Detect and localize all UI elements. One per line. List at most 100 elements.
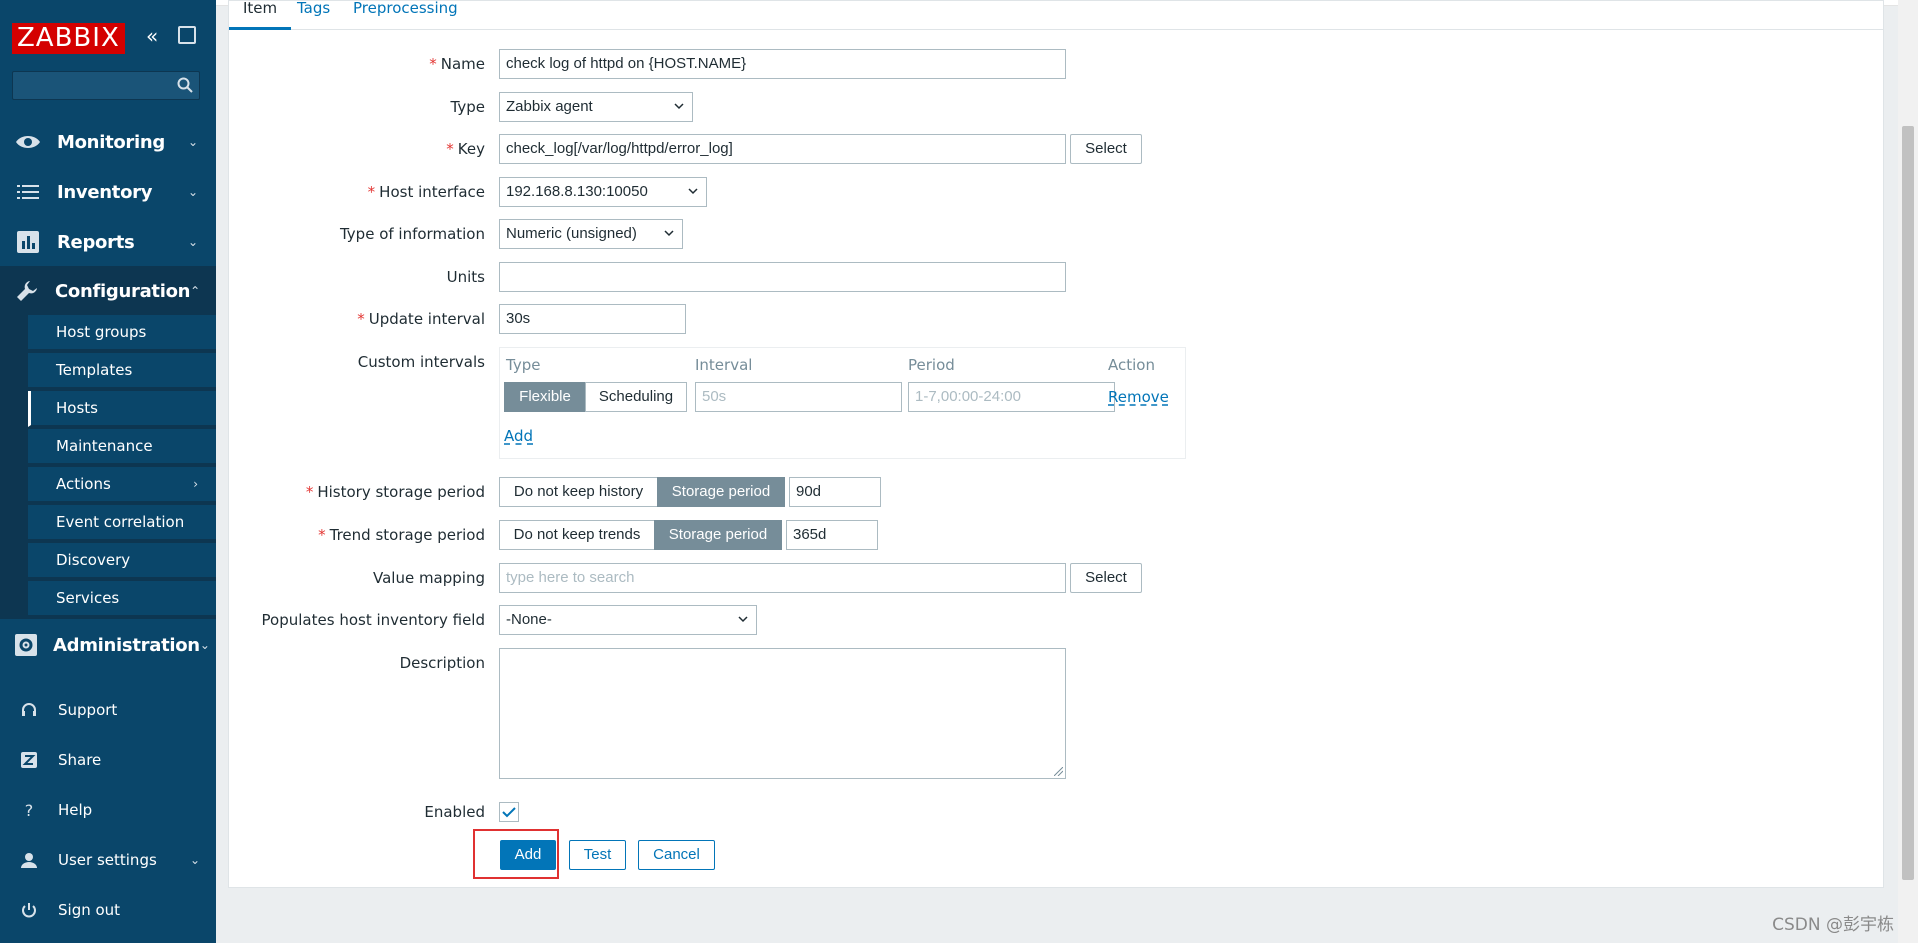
lower-label: Share: [58, 751, 102, 769]
page-scrollbar[interactable]: [1898, 0, 1918, 943]
trend-storage-period-toggle[interactable]: Storage period: [654, 520, 782, 550]
configuration-submenu: Host groups Templates Hosts Maintenance …: [0, 315, 216, 619]
host-interface-label: * Host interface: [185, 183, 485, 201]
history-period-field[interactable]: 90d: [789, 477, 881, 507]
custom-intervals-table: Type Interval Period Action Flexible Sch…: [499, 347, 1186, 459]
sidebar-item-support[interactable]: Support: [0, 685, 216, 735]
chevron-up-icon: ⌃: [190, 284, 201, 298]
enabled-checkbox[interactable]: [499, 802, 519, 822]
logo-row: ZABBIX «: [12, 20, 208, 56]
value-mapping-label: Value mapping: [372, 569, 485, 587]
ci-period-field[interactable]: 1-7,00:00-24:00: [908, 382, 1115, 412]
update-interval-label: * Update interval: [185, 310, 485, 328]
required-marker: *: [429, 55, 437, 73]
ci-add-link[interactable]: Add: [504, 427, 533, 445]
sidebar-item-help[interactable]: ? Help: [0, 785, 216, 835]
trend-storage-label: * Trend storage period: [185, 526, 485, 544]
help-icon: ?: [24, 800, 34, 820]
key-label: * Key: [185, 140, 485, 158]
nav-label: Monitoring: [57, 131, 165, 153]
sub-label: Services: [56, 589, 120, 607]
nav-inventory[interactable]: Inventory ⌄: [0, 167, 216, 217]
sidebar-item-sign-out[interactable]: Sign out: [0, 885, 216, 935]
history-storage-label: * History storage period: [185, 483, 485, 501]
name-field[interactable]: check log of httpd on {HOST.NAME}: [499, 49, 1066, 79]
test-button[interactable]: Test: [569, 840, 626, 870]
cancel-button[interactable]: Cancel: [638, 840, 715, 870]
lower-label: Sign out: [58, 901, 121, 919]
required-marker: *: [357, 310, 365, 328]
value-mapping-field[interactable]: type here to search: [499, 563, 1066, 593]
type-of-information-label: Type of information: [339, 225, 485, 243]
select-value: -None-: [506, 611, 552, 628]
type-select[interactable]: Zabbix agent: [499, 92, 693, 122]
label-text: History storage period: [317, 483, 485, 501]
history-storage-period-toggle[interactable]: Storage period: [657, 477, 785, 507]
item-form-panel: Item Tags Preprocessing * Name check log …: [228, 0, 1884, 888]
nav-label: Configuration: [55, 280, 191, 302]
update-interval-field[interactable]: 30s: [499, 304, 686, 334]
value-mapping-select-button[interactable]: Select: [1070, 563, 1142, 593]
tab-bar: Item Tags Preprocessing: [229, 0, 1883, 30]
collapse-sidebar-icon[interactable]: «: [146, 24, 158, 48]
sub-label: Discovery: [56, 551, 131, 569]
trend-no-keep-toggle[interactable]: Do not keep trends: [499, 520, 655, 550]
add-button[interactable]: Add: [500, 840, 556, 870]
sub-label: Maintenance: [56, 437, 153, 455]
sidebar-item-share[interactable]: Share: [0, 735, 216, 785]
units-field[interactable]: [499, 262, 1066, 292]
inventory-field-select[interactable]: -None-: [499, 605, 757, 635]
nav-label: Inventory: [57, 181, 153, 203]
type-of-information-select[interactable]: Numeric (unsigned): [499, 219, 683, 249]
zabbix-logo[interactable]: ZABBIX: [12, 23, 125, 54]
scroll-thumb[interactable]: [1902, 126, 1914, 880]
inventory-field-label: Populates host inventory field: [261, 611, 485, 629]
description-textarea[interactable]: [499, 648, 1066, 779]
nav-configuration[interactable]: Configuration ⌃: [0, 266, 216, 316]
units-label: Units: [446, 268, 485, 286]
bar-chart-icon: [15, 229, 41, 255]
name-label: * Name: [185, 55, 485, 73]
sidebar-item-user-settings[interactable]: User settings ⌄: [0, 835, 216, 885]
chevron-down-icon: [664, 230, 674, 237]
share-z-icon: [18, 752, 40, 768]
nav-administration[interactable]: Administration ⌄: [0, 620, 216, 670]
label-text: Name: [440, 55, 485, 73]
required-marker: *: [446, 140, 454, 158]
history-no-keep-toggle[interactable]: Do not keep history: [499, 477, 658, 507]
sidebar-search-input[interactable]: [12, 71, 200, 100]
key-field[interactable]: check_log[/var/log/httpd/error_log]: [499, 134, 1066, 164]
enabled-label: Enabled: [424, 803, 485, 821]
select-value: Zabbix agent: [506, 98, 593, 115]
ci-scheduling-toggle[interactable]: Scheduling: [585, 382, 687, 412]
type-label: Type: [450, 98, 485, 116]
search-icon[interactable]: [177, 77, 193, 93]
ci-remove-link[interactable]: Remove: [1108, 388, 1169, 406]
tab-preprocessing[interactable]: Preprocessing: [353, 0, 458, 17]
trend-period-field[interactable]: 365d: [786, 520, 878, 550]
sidebar-item-hosts[interactable]: Hosts: [28, 391, 216, 427]
kiosk-mode-icon[interactable]: [178, 26, 196, 44]
nav-monitoring[interactable]: Monitoring ⌄: [0, 117, 216, 167]
host-interface-select[interactable]: 192.168.8.130:10050: [499, 177, 707, 207]
nav-label: Reports: [57, 231, 135, 253]
tab-item[interactable]: Item: [229, 0, 292, 30]
label-text: Host interface: [379, 183, 485, 201]
watermark: CSDN @彭宇栋: [1772, 915, 1894, 935]
select-value: 192.168.8.130:10050: [506, 183, 648, 200]
resize-grip-icon[interactable]: [1054, 767, 1063, 776]
ci-interval-field[interactable]: 50s: [695, 382, 902, 412]
chevron-down-icon: ⌄: [189, 853, 200, 867]
ci-flexible-toggle[interactable]: Flexible: [504, 382, 586, 412]
label-text: Update interval: [368, 310, 485, 328]
sidebar-item-maintenance[interactable]: Maintenance: [28, 429, 216, 465]
tab-tags[interactable]: Tags: [297, 0, 330, 17]
required-marker: *: [318, 526, 326, 544]
chevron-down-icon: [738, 616, 748, 623]
ci-header-period: Period: [908, 356, 955, 374]
nav-reports[interactable]: Reports ⌄: [0, 217, 216, 267]
key-select-button[interactable]: Select: [1070, 134, 1142, 164]
sub-label: Actions: [56, 475, 111, 493]
lower-label: Support: [58, 701, 118, 719]
chevron-down-icon: ⌄: [199, 638, 210, 652]
